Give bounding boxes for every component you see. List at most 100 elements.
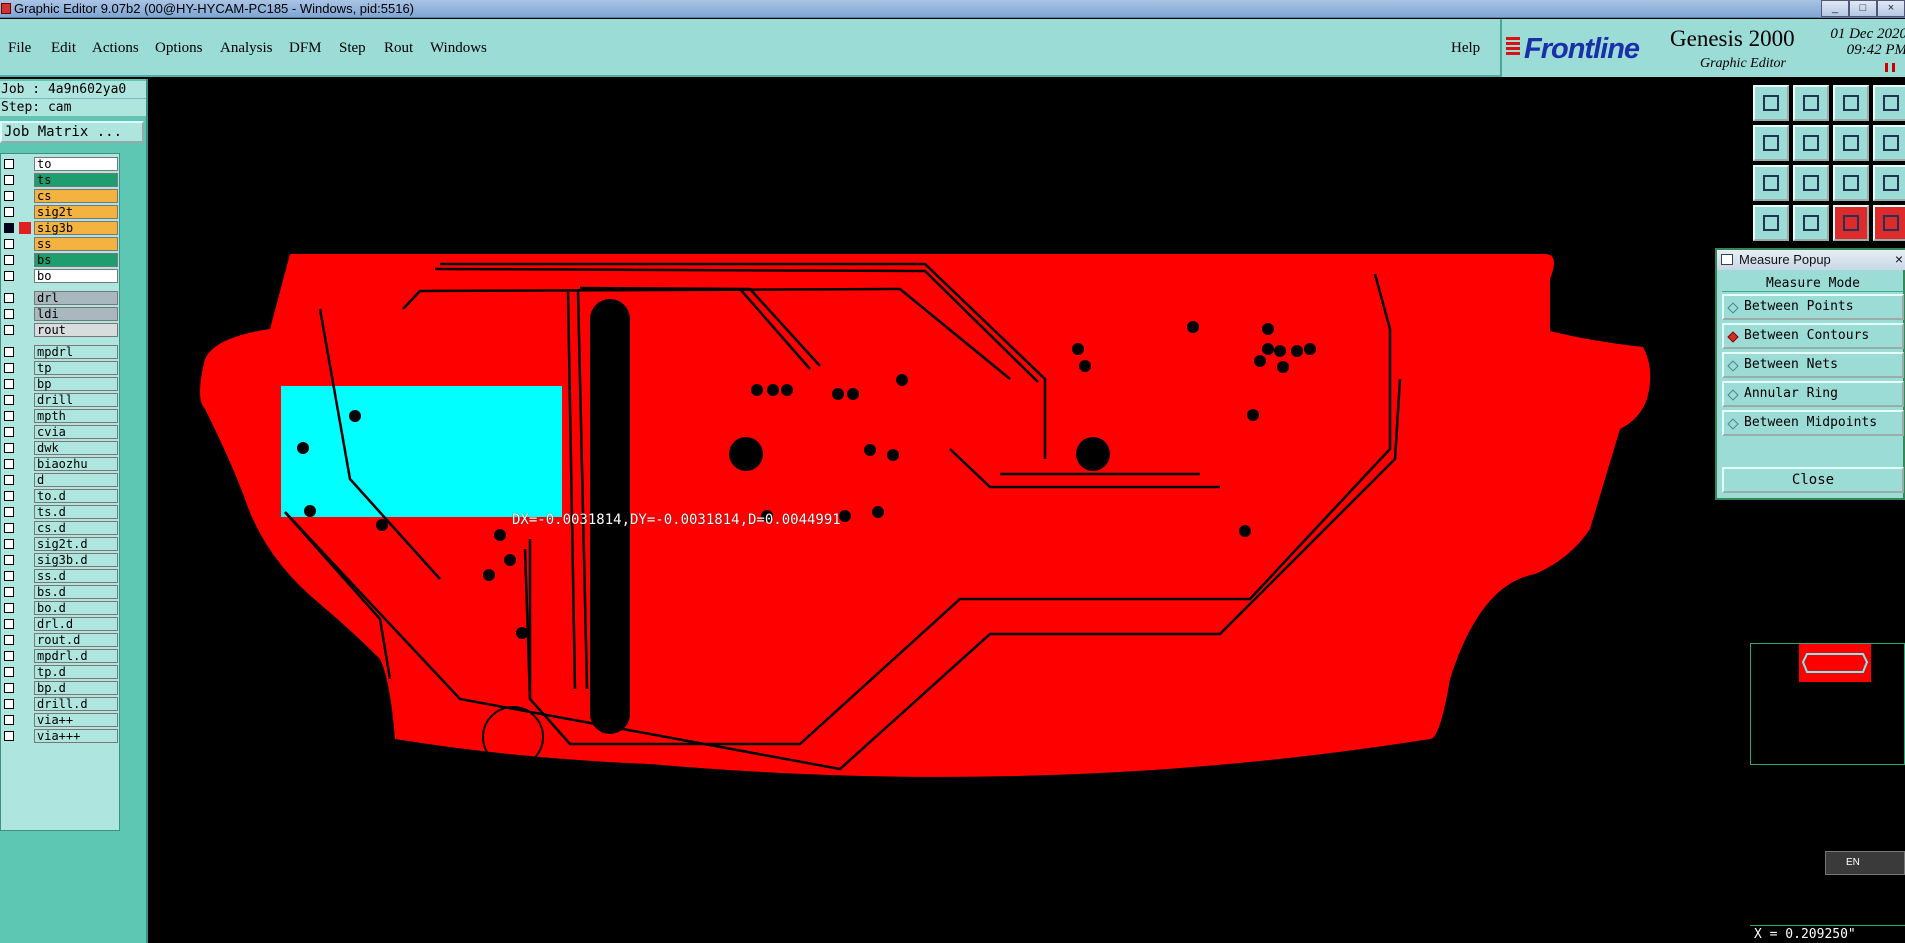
layer-checkbox[interactable] — [4, 603, 14, 613]
pan-icon[interactable] — [1793, 165, 1829, 201]
board-overview[interactable] — [1750, 643, 1905, 765]
layer-row[interactable]: d — [1, 472, 119, 487]
radio-indicator[interactable] — [1727, 331, 1739, 343]
menu-edit[interactable]: Edit — [51, 40, 76, 57]
menu-help[interactable]: Help — [1451, 40, 1480, 57]
radio-indicator[interactable] — [1727, 360, 1739, 372]
measure-option[interactable]: Between Contours — [1722, 323, 1904, 349]
layer-name[interactable]: to — [34, 157, 118, 171]
layer-name[interactable]: bp — [34, 377, 118, 391]
menu-actions[interactable]: Actions — [92, 40, 139, 57]
close-button[interactable]: Close — [1722, 467, 1904, 493]
layer-name[interactable]: rout.d — [34, 633, 118, 647]
layer-row[interactable]: ldi — [1, 306, 119, 321]
layer-row[interactable]: bo.d — [1, 600, 119, 615]
layer-checkbox[interactable] — [4, 491, 14, 501]
layer-name[interactable]: ts.d — [34, 505, 118, 519]
layer-name[interactable]: cvia — [34, 425, 118, 439]
zoom-back-icon[interactable] — [1833, 125, 1869, 161]
layer-checkbox[interactable] — [4, 255, 14, 265]
maximize-button[interactable]: □ — [1849, 0, 1877, 17]
layer-row[interactable]: tp — [1, 360, 119, 375]
layer-name[interactable]: bo — [34, 269, 118, 283]
layer-row[interactable]: ts — [1, 172, 119, 187]
layer-name[interactable]: drl.d — [34, 617, 118, 631]
layer-row[interactable]: dwk — [1, 440, 119, 455]
layer-row[interactable]: tp.d — [1, 664, 119, 679]
close-window-button[interactable]: × — [1877, 0, 1905, 17]
layer-name[interactable]: via++ — [34, 713, 118, 727]
layer-checkbox[interactable] — [4, 667, 14, 677]
layer-checkbox[interactable] — [4, 459, 14, 469]
layer-checkbox[interactable] — [4, 347, 14, 357]
layer-checkbox[interactable] — [4, 587, 14, 597]
layer-row[interactable]: mpdrl — [1, 344, 119, 359]
graphic-canvas[interactable]: DX=-0.0031814,DY=-0.0031814,D=0.0044991 — [150, 79, 1750, 943]
help-icon[interactable] — [1873, 165, 1905, 201]
menu-windows[interactable]: Windows — [430, 40, 487, 57]
menu-rout[interactable]: Rout — [384, 40, 413, 57]
job-matrix-button[interactable]: Job Matrix ... — [0, 121, 144, 143]
layer-checkbox[interactable] — [4, 651, 14, 661]
layer-row[interactable]: drl — [1, 290, 119, 305]
measure-popup-titlebar[interactable]: Measure Popup × — [1717, 250, 1905, 270]
layer-name[interactable]: bs — [34, 253, 118, 267]
measure-option[interactable]: Between Nets — [1722, 352, 1904, 378]
layer-name[interactable]: mpdrl — [34, 345, 118, 359]
layer-name[interactable]: ldi — [34, 307, 118, 321]
measure-option[interactable]: Between Points — [1722, 294, 1904, 320]
layer-row[interactable]: rout.d — [1, 632, 119, 647]
layer-row[interactable]: sig3b — [1, 220, 119, 235]
layer-name[interactable]: mpdrl.d — [34, 649, 118, 663]
pause-icon[interactable] — [1885, 63, 1895, 72]
layer-row[interactable]: to — [1, 156, 119, 171]
layer-checkbox[interactable] — [4, 239, 14, 249]
layer-name[interactable]: ss — [34, 237, 118, 251]
layer-row[interactable]: ss — [1, 236, 119, 251]
radio-indicator[interactable] — [1727, 389, 1739, 401]
layer-checkbox[interactable] — [4, 411, 14, 421]
net-red-icon[interactable] — [1833, 205, 1869, 241]
net-red-icon-2[interactable] — [1873, 205, 1905, 241]
layer-name[interactable]: sig2t — [34, 205, 118, 219]
menu-analysis[interactable]: Analysis — [220, 40, 273, 57]
layer-row[interactable]: cs.d — [1, 520, 119, 535]
close-icon[interactable]: × — [1895, 250, 1903, 269]
layer-row[interactable]: ts.d — [1, 504, 119, 519]
layer-checkbox[interactable] — [4, 683, 14, 693]
layer-name[interactable]: rout — [34, 323, 118, 337]
layer-row[interactable]: cvia — [1, 424, 119, 439]
measure-option[interactable]: Between Midpoints — [1722, 410, 1904, 436]
layer-row[interactable]: cs — [1, 188, 119, 203]
layer-name[interactable]: bp.d — [34, 681, 118, 695]
layer-name[interactable]: drill — [34, 393, 118, 407]
layer-checkbox[interactable] — [4, 475, 14, 485]
layer-checkbox[interactable] — [4, 363, 14, 373]
layer-checkbox[interactable] — [4, 379, 14, 389]
layer-name[interactable]: ts — [34, 173, 118, 187]
layer-row[interactable]: bs.d — [1, 584, 119, 599]
menu-file[interactable]: File — [8, 40, 31, 57]
layer-name[interactable]: cs.d — [34, 521, 118, 535]
layer-row[interactable]: ss.d — [1, 568, 119, 583]
layer-checkbox[interactable] — [4, 395, 14, 405]
snap-icon[interactable] — [1873, 125, 1905, 161]
layer-name[interactable]: cs — [34, 189, 118, 203]
menu-options[interactable]: Options — [155, 40, 203, 57]
layer-checkbox[interactable] — [4, 325, 14, 335]
layer-checkbox[interactable] — [4, 699, 14, 709]
layer-name[interactable]: sig3b.d — [34, 553, 118, 567]
layer-checkbox[interactable] — [4, 619, 14, 629]
layer-name[interactable]: drl — [34, 291, 118, 305]
layer-row[interactable]: via++ — [1, 712, 119, 727]
layer-name[interactable]: bs.d — [34, 585, 118, 599]
scale-icon[interactable] — [1833, 165, 1869, 201]
layer-name[interactable]: sig3b — [34, 221, 118, 235]
affected-marker[interactable] — [19, 222, 31, 234]
layer-checkbox[interactable] — [4, 731, 14, 741]
zoom-in-icon[interactable] — [1753, 125, 1789, 161]
minimize-button[interactable]: _ — [1821, 0, 1849, 17]
layer-checkbox[interactable] — [4, 427, 14, 437]
layer-row[interactable]: rout — [1, 322, 119, 337]
menu-dfm[interactable]: DFM — [289, 40, 322, 57]
